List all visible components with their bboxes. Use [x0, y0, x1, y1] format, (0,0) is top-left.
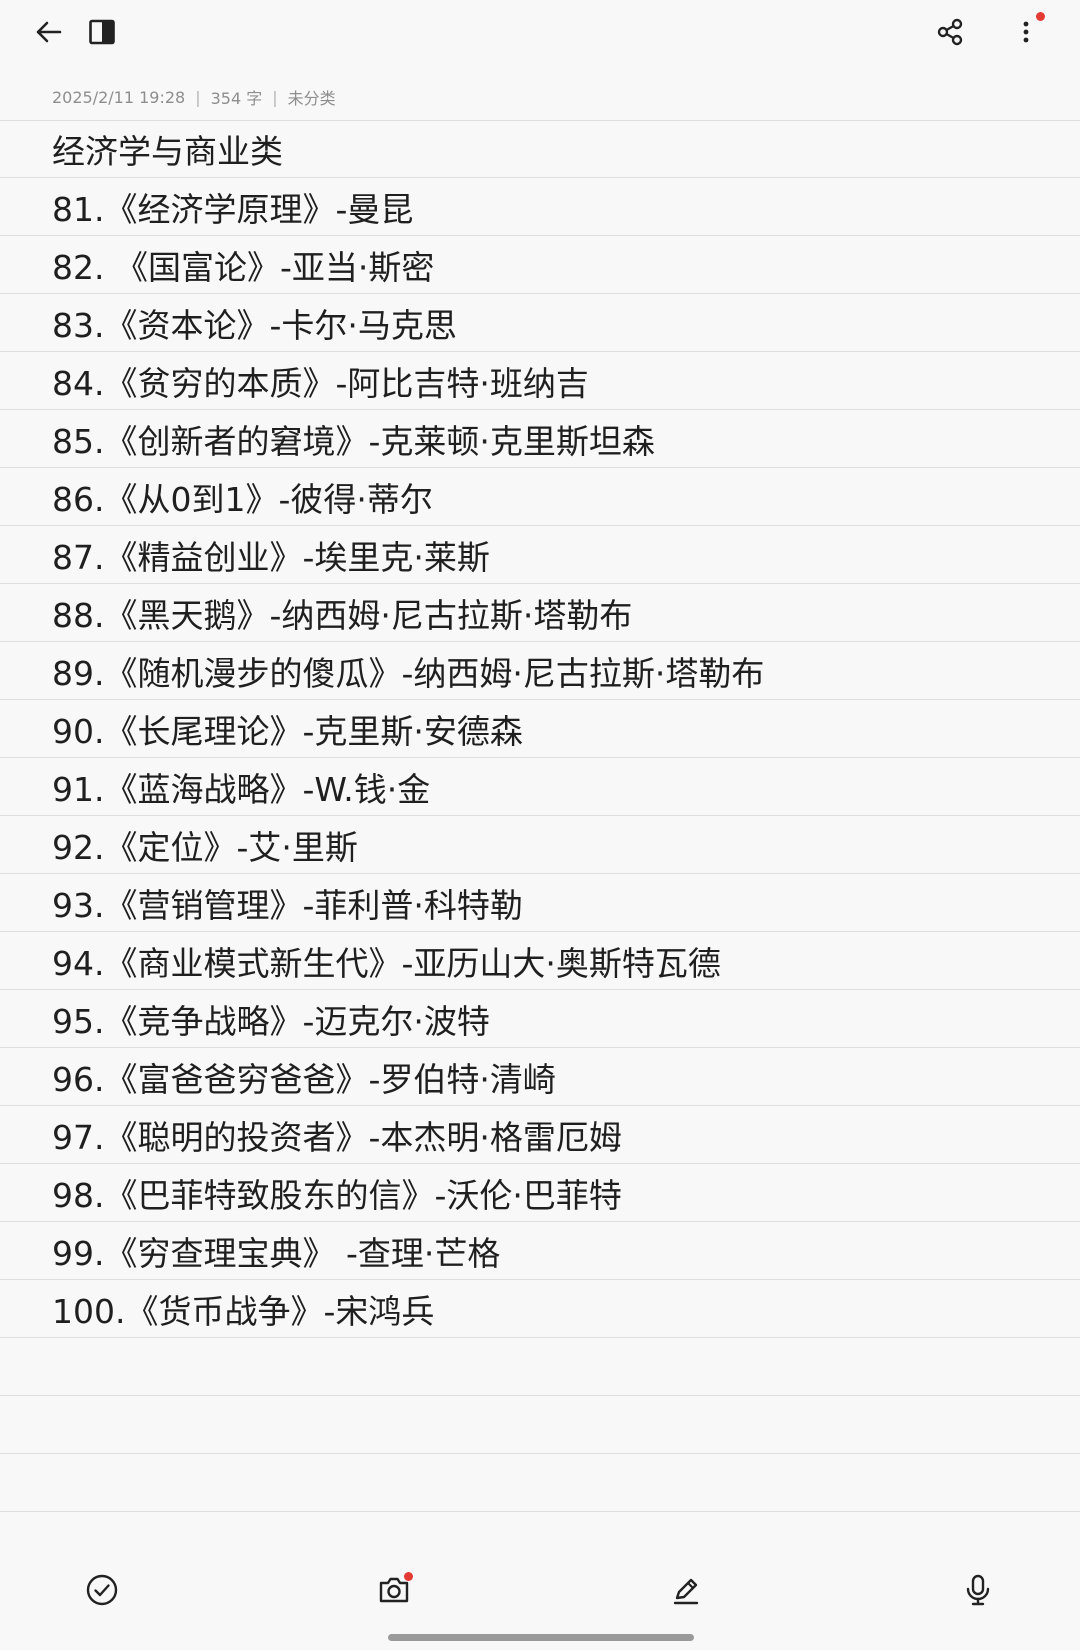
panel-toggle-icon: [89, 19, 115, 45]
note-line[interactable]: 99.《穷查理宝典》 -查理·芒格: [0, 1222, 1080, 1280]
note-line[interactable]: 88.《黑天鹅》-纳西姆·尼古拉斯·塔勒布: [0, 584, 1080, 642]
share-icon: [937, 18, 963, 46]
note-line[interactable]: 84.《贫穷的本质》-阿比吉特·班纳吉: [0, 352, 1080, 410]
note-line[interactable]: 100.《货币战争》-宋鸿兵: [0, 1280, 1080, 1338]
note-line[interactable]: 95.《竞争战略》-迈克尔·波特: [0, 990, 1080, 1048]
handwriting-button[interactable]: [658, 1562, 714, 1618]
note-line[interactable]: 90.《长尾理论》-克里斯·安德森: [0, 700, 1080, 758]
note-line[interactable]: 94.《商业模式新生代》-亚历山大·奥斯特瓦德: [0, 932, 1080, 990]
empty-line[interactable]: [0, 1396, 1080, 1454]
note-line[interactable]: 96.《富爸爸穷爸爸》-罗伯特·清崎: [0, 1048, 1080, 1106]
meta-separator: |: [272, 87, 278, 107]
share-button[interactable]: [922, 4, 978, 60]
note-line[interactable]: 86.《从0到1》-彼得·蒂尔: [0, 468, 1080, 526]
more-vertical-icon: [1023, 21, 1029, 43]
empty-line[interactable]: [0, 1338, 1080, 1396]
voice-button[interactable]: [950, 1562, 1006, 1618]
note-line[interactable]: 91.《蓝海战略》-W.钱·金: [0, 758, 1080, 816]
note-category[interactable]: 未分类: [288, 85, 336, 109]
home-indicator[interactable]: [388, 1634, 694, 1641]
note-line[interactable]: 97.《聪明的投资者》-本杰明·格雷厄姆: [0, 1106, 1080, 1164]
note-line[interactable]: 82. 《国富论》-亚当·斯密: [0, 236, 1080, 294]
note-word-count: 354 字: [210, 89, 263, 108]
note-line[interactable]: 93.《营销管理》-菲利普·科特勒: [0, 874, 1080, 932]
note-line[interactable]: 98.《巴菲特致股东的信》-沃伦·巴菲特: [0, 1164, 1080, 1222]
meta-separator: |: [195, 87, 201, 107]
note-datetime: 2025/2/11 19:28: [52, 87, 186, 107]
note-line[interactable]: 87.《精益创业》-埃里克·莱斯: [0, 526, 1080, 584]
note-line[interactable]: 81.《经济学原理》-曼昆: [0, 178, 1080, 236]
note-line[interactable]: 89.《随机漫步的傻瓜》-纳西姆·尼古拉斯·塔勒布: [0, 642, 1080, 700]
pen-icon: [673, 1578, 699, 1605]
notification-dot: [1036, 12, 1045, 21]
top-toolbar: [0, 0, 1080, 66]
checklist-button[interactable]: [74, 1562, 130, 1618]
note-title[interactable]: 经济学与商业类: [0, 120, 1080, 178]
empty-line[interactable]: [0, 1454, 1080, 1512]
note-line[interactable]: 83.《资本论》-卡尔·马克思: [0, 294, 1080, 352]
panel-toggle-button[interactable]: [74, 4, 130, 60]
note-line[interactable]: 85.《创新者的窘境》-克莱顿·克里斯坦森: [0, 410, 1080, 468]
note-line[interactable]: 92.《定位》-艾·里斯: [0, 816, 1080, 874]
bottom-toolbar: [0, 1552, 1080, 1632]
note-body[interactable]: 经济学与商业类 81.《经济学原理》-曼昆 82. 《国富论》-亚当·斯密 83…: [0, 120, 1080, 1512]
arrow-left-icon: [36, 21, 62, 43]
microphone-icon: [966, 1574, 990, 1606]
camera-notification-dot: [404, 1572, 413, 1581]
note-meta: 2025/2/11 19:28 | 354 字 | 未分类: [52, 82, 336, 112]
camera-button[interactable]: [366, 1562, 422, 1618]
back-button[interactable]: [20, 4, 76, 60]
checklist-icon: [86, 1574, 118, 1606]
more-button[interactable]: [998, 4, 1054, 60]
